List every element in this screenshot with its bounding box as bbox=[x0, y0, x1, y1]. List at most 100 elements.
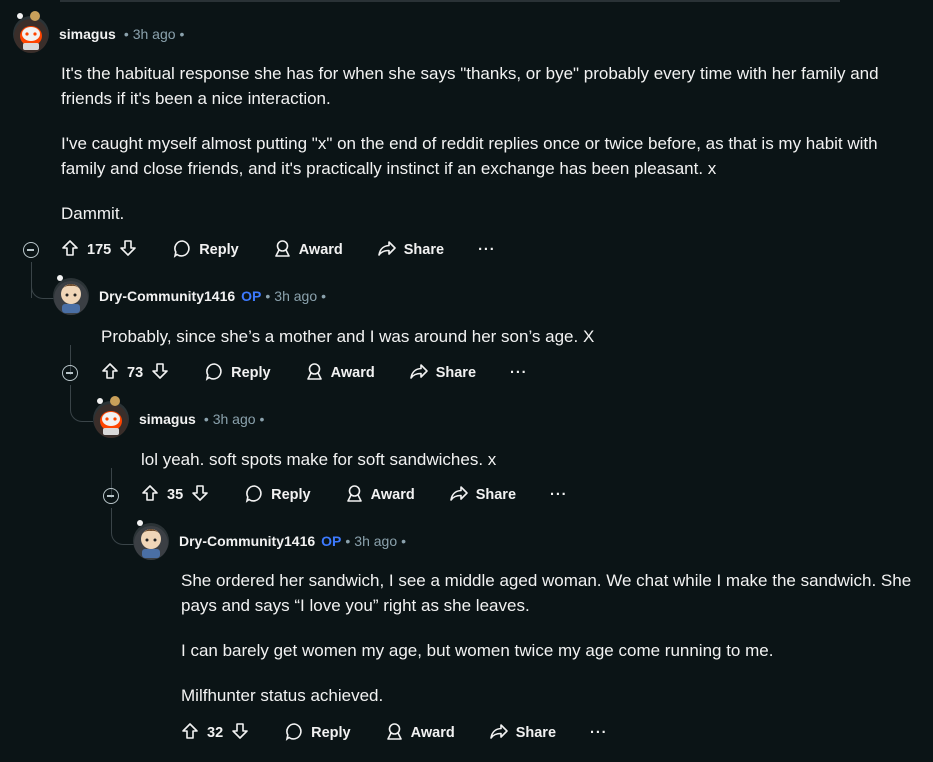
reply-button[interactable]: Reply bbox=[285, 722, 351, 745]
timestamp[interactable]: 3h ago bbox=[133, 26, 176, 42]
reply-button[interactable]: Reply bbox=[173, 239, 239, 262]
username[interactable]: Dry-Community1416 bbox=[179, 533, 315, 549]
share-button[interactable]: Share bbox=[377, 239, 444, 262]
comment-paragraph: Milfhunter status achieved. bbox=[181, 686, 384, 705]
vote-count: 35 bbox=[167, 487, 184, 503]
comment-body: It's the habitual response she has for w… bbox=[61, 61, 921, 226]
comment-header: simagus • 3h ago • bbox=[13, 11, 185, 54]
share-label: Share bbox=[435, 365, 477, 381]
avatar[interactable] bbox=[93, 396, 129, 438]
comment-body: lol yeah. soft spots make for soft sandw… bbox=[141, 447, 901, 472]
award-label: Award bbox=[370, 487, 415, 503]
reply-icon bbox=[173, 239, 192, 262]
comment-paragraph: I can barely get women my age, but women… bbox=[181, 641, 774, 660]
reply-label: Reply bbox=[231, 365, 271, 381]
vote-count: 175 bbox=[87, 242, 112, 258]
comment-actions: 32 Reply Award Share ··· bbox=[181, 717, 608, 749]
timestamp[interactable]: 3h ago bbox=[274, 288, 317, 304]
vote-count: 73 bbox=[127, 365, 144, 381]
reply-button[interactable]: Reply bbox=[205, 362, 271, 385]
meta-separator: • bbox=[321, 288, 327, 304]
reply-icon bbox=[205, 362, 224, 385]
award-label: Award bbox=[330, 365, 375, 381]
award-button[interactable]: Award bbox=[345, 484, 415, 507]
reply-label: Reply bbox=[311, 725, 351, 741]
comment-paragraph: She ordered her sandwich, I see a middle… bbox=[181, 571, 912, 615]
collapse-thread-button[interactable] bbox=[103, 488, 119, 504]
share-icon bbox=[409, 362, 429, 385]
more-options-button[interactable]: ··· bbox=[478, 242, 496, 258]
share-icon bbox=[449, 484, 469, 507]
reply-label: Reply bbox=[271, 487, 311, 503]
share-button[interactable]: Share bbox=[409, 362, 476, 385]
username[interactable]: simagus bbox=[139, 411, 196, 427]
downvote-icon[interactable] bbox=[231, 722, 249, 744]
award-icon bbox=[305, 362, 324, 385]
award-button[interactable]: Award bbox=[273, 239, 343, 262]
username[interactable]: Dry-Community1416 bbox=[99, 288, 235, 304]
more-options-button[interactable]: ··· bbox=[590, 725, 608, 741]
share-label: Share bbox=[403, 242, 445, 258]
collapse-thread-button[interactable] bbox=[23, 242, 39, 258]
award-icon bbox=[345, 484, 364, 507]
comment-body: She ordered her sandwich, I see a middle… bbox=[181, 568, 921, 708]
share-label: Share bbox=[515, 725, 557, 741]
thread-elbow bbox=[70, 385, 93, 422]
more-options-button[interactable]: ··· bbox=[510, 365, 528, 381]
award-icon bbox=[273, 239, 292, 262]
avatar[interactable] bbox=[13, 11, 49, 53]
comment-actions: 35 Reply Award Share ··· bbox=[141, 479, 568, 511]
thread-elbow bbox=[111, 508, 134, 545]
comment-paragraph: Dammit. bbox=[61, 204, 125, 223]
comment-header: Dry-Community1416 OP • 3h ago • bbox=[133, 520, 407, 561]
avatar[interactable] bbox=[133, 520, 169, 560]
upvote-icon[interactable] bbox=[181, 722, 199, 744]
comment-paragraph: It's the habitual response she has for w… bbox=[61, 64, 879, 108]
upvote-icon[interactable] bbox=[101, 362, 119, 384]
award-icon bbox=[385, 722, 404, 745]
reply-icon bbox=[245, 484, 264, 507]
comment-header: Dry-Community1416 OP • 3h ago • bbox=[53, 275, 327, 316]
award-button[interactable]: Award bbox=[385, 722, 455, 745]
meta-separator: • bbox=[203, 411, 209, 427]
comment-header: simagus • 3h ago • bbox=[93, 396, 265, 439]
comment-actions: 73 Reply Award Share ··· bbox=[101, 357, 528, 389]
op-badge: OP bbox=[241, 288, 262, 304]
meta-separator: • bbox=[179, 26, 185, 42]
comment-actions: 175 Reply Award Share ··· bbox=[61, 234, 496, 266]
award-button[interactable]: Award bbox=[305, 362, 375, 385]
more-options-button[interactable]: ··· bbox=[550, 487, 568, 503]
meta-separator: • bbox=[259, 411, 265, 427]
avatar[interactable] bbox=[53, 275, 89, 315]
collapse-thread-button[interactable] bbox=[62, 365, 78, 381]
share-button[interactable]: Share bbox=[449, 484, 516, 507]
timestamp[interactable]: 3h ago bbox=[354, 533, 397, 549]
op-badge: OP bbox=[321, 533, 342, 549]
reply-button[interactable]: Reply bbox=[245, 484, 311, 507]
downvote-icon[interactable] bbox=[151, 362, 169, 384]
meta-separator: • bbox=[123, 26, 129, 42]
top-divider bbox=[60, 0, 840, 2]
upvote-icon[interactable] bbox=[141, 484, 159, 506]
timestamp[interactable]: 3h ago bbox=[213, 411, 256, 427]
reply-icon bbox=[285, 722, 304, 745]
downvote-icon[interactable] bbox=[191, 484, 209, 506]
share-label: Share bbox=[475, 487, 517, 503]
award-label: Award bbox=[410, 725, 455, 741]
meta-separator: • bbox=[345, 533, 351, 549]
downvote-icon[interactable] bbox=[119, 239, 137, 261]
vote-count: 32 bbox=[207, 725, 224, 741]
upvote-icon[interactable] bbox=[61, 239, 79, 261]
share-icon bbox=[377, 239, 397, 262]
reply-label: Reply bbox=[199, 242, 239, 258]
meta-separator: • bbox=[265, 288, 271, 304]
thread-elbow bbox=[31, 262, 54, 299]
award-label: Award bbox=[298, 242, 343, 258]
share-button[interactable]: Share bbox=[489, 722, 556, 745]
meta-separator: • bbox=[401, 533, 407, 549]
comment-paragraph: lol yeah. soft spots make for soft sandw… bbox=[141, 450, 497, 469]
share-icon bbox=[489, 722, 509, 745]
username[interactable]: simagus bbox=[59, 26, 116, 42]
comment-paragraph: Probably, since she’s a mother and I was… bbox=[101, 327, 595, 346]
comment-body: Probably, since she’s a mother and I was… bbox=[101, 324, 901, 349]
